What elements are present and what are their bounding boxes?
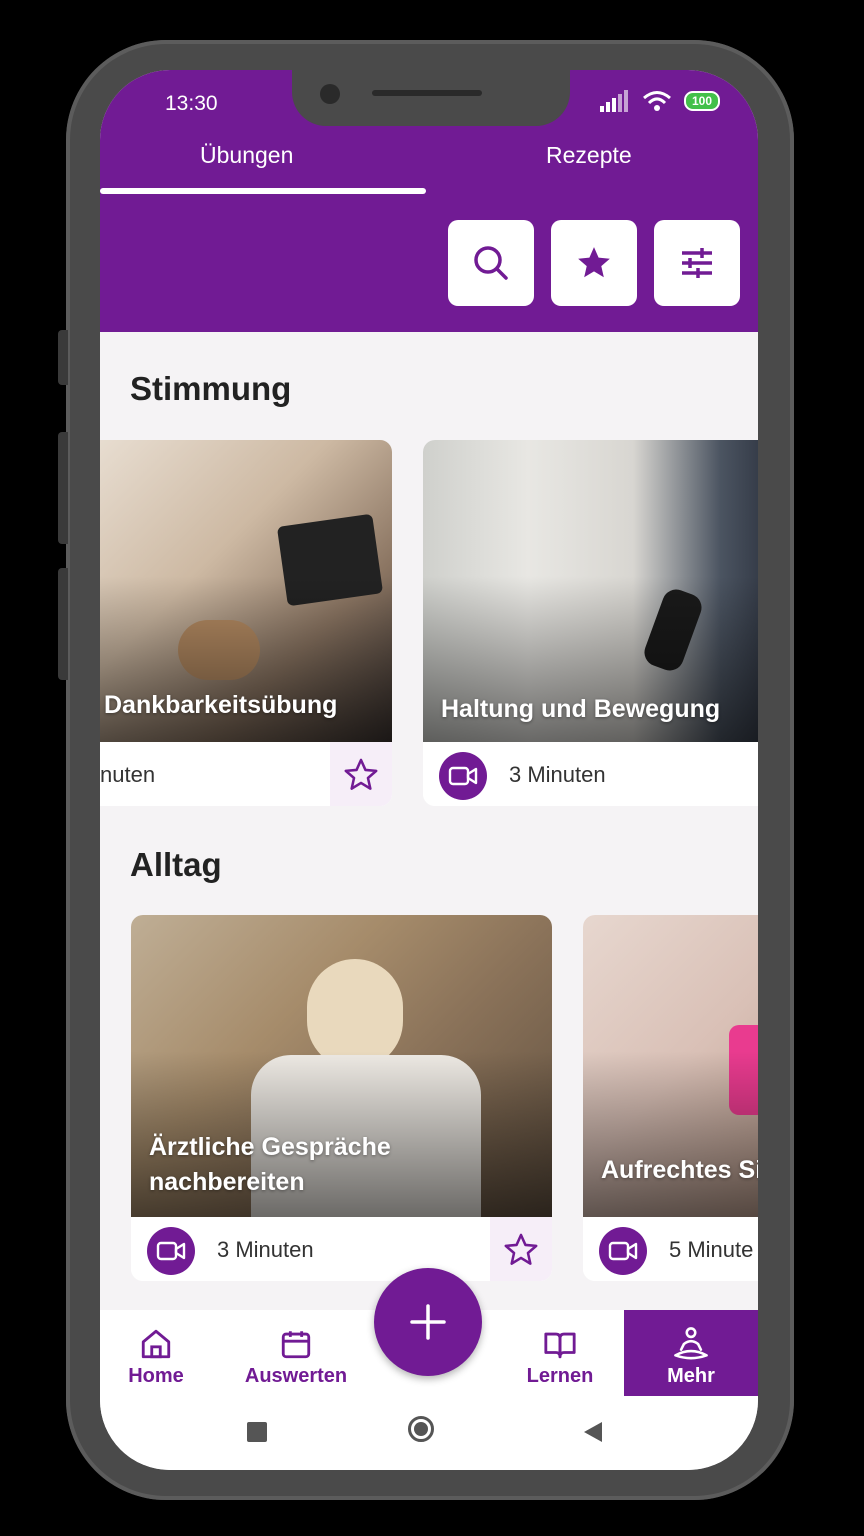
- card-title: Aufrechtes Si: [601, 1156, 758, 1184]
- status-time: 13:30: [165, 92, 218, 115]
- card-footer: nuten: [100, 742, 392, 806]
- exercise-card[interactable]: Ärztliche Gespräche nachbereiten 3 Minut…: [131, 915, 552, 1281]
- exercise-card[interactable]: Dankbarkeitsübung nuten: [100, 440, 392, 806]
- section-title-stimmung: Stimmung: [130, 370, 292, 407]
- card-duration: 5 Minute: [669, 1237, 754, 1262]
- phone-volume-up-button: [58, 432, 68, 544]
- filter-button[interactable]: [654, 220, 740, 306]
- tab-rezepte[interactable]: Rezepte: [546, 142, 632, 169]
- card-duration: 3 Minuten: [509, 762, 606, 787]
- exercise-card[interactable]: Aufrechtes Si 5 Minute: [583, 915, 758, 1281]
- meditation-icon: [674, 1327, 708, 1360]
- app-header: 13:30 100 Übungen Rezepte: [100, 70, 758, 332]
- image-overlay: [583, 1050, 758, 1217]
- video-icon: [156, 1241, 186, 1261]
- card-duration: 3 Minuten: [217, 1237, 314, 1262]
- card-footer: 5 Minute: [583, 1217, 758, 1281]
- nav-mehr-label: Mehr: [667, 1365, 715, 1387]
- status-icons: 100: [599, 90, 720, 112]
- card-footer: 3 Minuten: [423, 742, 758, 806]
- add-button[interactable]: [374, 1268, 482, 1376]
- tab-uebungen[interactable]: Übungen: [200, 142, 293, 169]
- calendar-icon: [281, 1331, 311, 1359]
- front-camera: [320, 84, 340, 104]
- home-system-dot: [414, 1422, 428, 1436]
- filter-sliders-icon: [682, 248, 712, 278]
- favorite-toggle[interactable]: [330, 742, 392, 806]
- plus-icon: [410, 1304, 446, 1340]
- video-icon: [448, 766, 478, 786]
- home-system-button[interactable]: [408, 1416, 434, 1442]
- favorite-toggle[interactable]: [490, 1217, 552, 1281]
- nav-auswerten[interactable]: Auswerten: [230, 1310, 362, 1396]
- phone-side-button: [58, 330, 68, 385]
- card-title-line1: Ärztliche Gespräche: [149, 1133, 391, 1161]
- book-icon: [544, 1332, 576, 1359]
- card-title: Haltung und Bewegung: [441, 695, 721, 723]
- section-title-alltag: Alltag: [130, 846, 222, 883]
- search-icon: [474, 246, 508, 280]
- home-icon: [141, 1329, 171, 1359]
- nav-mehr[interactable]: Mehr: [624, 1310, 758, 1396]
- app-screen: 13:30 100 Übungen Rezepte Stimmung Dankb…: [100, 70, 758, 1470]
- camera-notch: [292, 70, 570, 126]
- favorites-button[interactable]: [551, 220, 637, 306]
- search-button[interactable]: [448, 220, 534, 306]
- card-title: Ärztliche Gespräche nachbereiten: [149, 1130, 391, 1200]
- system-navigation-bar: [100, 1396, 758, 1470]
- star-icon: [578, 247, 610, 278]
- card-footer: 3 Minuten: [131, 1217, 552, 1281]
- back-icon[interactable]: [582, 1420, 604, 1444]
- recents-button[interactable]: [247, 1422, 267, 1442]
- video-badge: [599, 1227, 647, 1275]
- nav-home[interactable]: Home: [100, 1310, 212, 1396]
- battery-indicator: 100: [683, 91, 720, 111]
- nav-lernen[interactable]: Lernen: [504, 1310, 616, 1396]
- nav-auswerten-label: Auswerten: [244, 1365, 348, 1387]
- wifi-icon: [643, 91, 671, 111]
- star-outline-icon: [344, 758, 378, 790]
- video-badge: [147, 1227, 195, 1275]
- exercise-card[interactable]: Haltung und Bewegung 3 Minuten: [423, 440, 758, 806]
- nav-home-label: Home: [128, 1365, 184, 1387]
- earpiece-speaker: [372, 90, 482, 96]
- card-duration: nuten: [100, 762, 156, 787]
- card-title-line2: nachbereiten: [149, 1168, 305, 1196]
- card-title: Dankbarkeitsübung: [104, 691, 338, 719]
- video-icon: [608, 1241, 638, 1261]
- star-outline-icon: [504, 1233, 538, 1265]
- phone-volume-down-button: [58, 568, 68, 680]
- video-badge: [439, 752, 487, 800]
- active-tab-indicator: [100, 188, 426, 194]
- signal-icon: [599, 90, 628, 112]
- nav-lernen-label: Lernen: [526, 1365, 594, 1387]
